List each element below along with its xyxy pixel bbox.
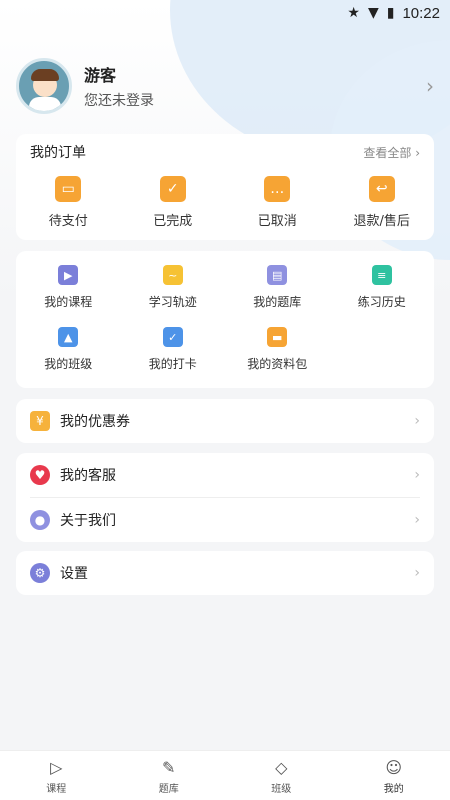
battery-icon: ▮ <box>386 5 395 21</box>
customer-service-row[interactable]: ♥ 我的客服 › <box>16 453 434 497</box>
feature-my-class[interactable]: ▲ 我的班级 <box>16 327 121 389</box>
profile-name: 游客 <box>84 66 117 85</box>
gear-icon: ⚙ <box>30 563 50 583</box>
chevron-right-icon: › <box>414 512 420 528</box>
chevron-right-icon: › <box>414 467 420 483</box>
view-all-orders-link[interactable]: 查看全部 › <box>363 144 420 161</box>
cancel-icon: … <box>264 176 291 202</box>
class-icon: ◇ <box>275 758 288 777</box>
course-icon: ▶ <box>58 265 79 285</box>
tab-question-bank[interactable]: ✎ 题库 <box>113 751 226 800</box>
tab-courses[interactable]: ▷ 课程 <box>0 751 113 800</box>
question-bank-icon: ▤ <box>267 265 288 285</box>
order-completed[interactable]: ✓ 已完成 <box>128 176 218 229</box>
chevron-right-icon: › <box>414 413 420 429</box>
bottom-tab-bar: ▷ 课程 ✎ 题库 ◇ 班级 ☺ 我的 <box>0 750 450 800</box>
feature-study-trace[interactable]: ~ 学习轨迹 <box>121 265 226 327</box>
about-us-row[interactable]: ● 关于我们 › <box>16 498 434 542</box>
settings-row[interactable]: ⚙ 设置 › <box>16 551 434 595</box>
coupon-row[interactable]: ¥ 我的优惠券 › <box>16 399 434 443</box>
graduation-cap-icon: ▲ <box>58 327 79 347</box>
wifi-icon: ▼ <box>367 5 379 21</box>
card-icon: ▭ <box>55 176 82 202</box>
order-pending-payment[interactable]: ▭ 待支付 <box>23 176 113 229</box>
orders-card: 我的订单 查看全部 › ▭ 待支付 ✓ 已完成 … 已取消 ↩ 退款/售后 <box>16 134 434 240</box>
settings-card: ⚙ 设置 › <box>16 551 434 595</box>
order-refund[interactable]: ↩ 退款/售后 <box>337 176 427 229</box>
folder-icon: ▬ <box>267 327 288 347</box>
chevron-right-icon: › <box>414 565 420 581</box>
feature-checkin[interactable]: ✓ 我的打卡 <box>121 327 226 389</box>
login-prompt[interactable]: 您还未登录 <box>84 90 426 110</box>
service-card: ♥ 我的客服 › ● 关于我们 › <box>16 453 434 542</box>
orders-title: 我的订单 <box>30 145 86 161</box>
calendar-icon: ✓ <box>162 327 183 347</box>
features-card: ▶ 我的课程 ~ 学习轨迹 ▤ 我的题库 ≡ 练习历史 ▲ 我的班级 ✓ 我的打… <box>16 251 434 388</box>
play-icon: ▷ <box>50 758 63 777</box>
feature-question-bank[interactable]: ▤ 我的题库 <box>225 265 330 327</box>
profile-header[interactable]: 游客 您还未登录 › <box>16 56 434 116</box>
feature-my-courses[interactable]: ▶ 我的课程 <box>16 265 121 327</box>
pencil-icon: ✎ <box>162 758 176 777</box>
user-icon: ☺ <box>385 758 403 777</box>
trace-icon: ~ <box>162 265 183 285</box>
tab-class[interactable]: ◇ 班级 <box>225 751 338 800</box>
chevron-right-icon[interactable]: › <box>426 74 434 98</box>
feature-materials[interactable]: ▬ 我的资料包 <box>225 327 330 389</box>
users-icon: ● <box>30 510 50 530</box>
coupon-icon: ¥ <box>30 411 50 431</box>
status-bar: ★ ▼ ▮ 10:22 <box>0 0 450 26</box>
check-icon: ✓ <box>159 176 186 202</box>
coupon-card: ¥ 我的优惠券 › <box>16 399 434 443</box>
avatar[interactable] <box>16 58 72 114</box>
heart-icon: ♥ <box>30 465 50 485</box>
refund-icon: ↩ <box>368 176 395 202</box>
status-time: 10:22 <box>402 4 440 22</box>
tab-mine[interactable]: ☺ 我的 <box>338 751 450 800</box>
order-cancelled[interactable]: … 已取消 <box>232 176 322 229</box>
history-icon: ≡ <box>371 265 392 285</box>
feature-practice-history[interactable]: ≡ 练习历史 <box>330 265 435 327</box>
star-icon: ★ <box>347 5 360 21</box>
